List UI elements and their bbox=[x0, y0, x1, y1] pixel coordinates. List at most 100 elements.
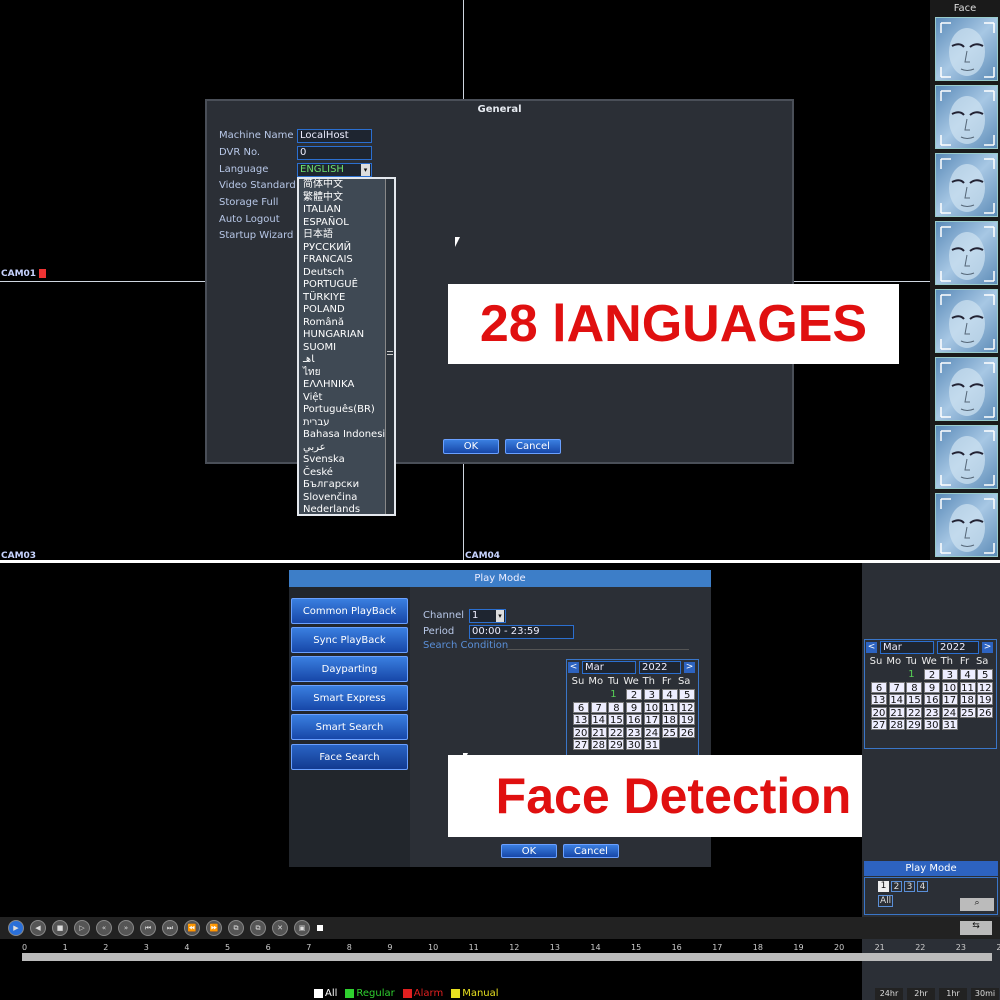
next-month-icon[interactable]: > bbox=[684, 662, 695, 673]
channel-3-checkbox[interactable]: 3 bbox=[904, 881, 915, 892]
language-dropdown-list[interactable]: 简体中文 繁體中文 ITALIAN ESPAÑOL 日本語 РУССКИЙ FRANCAIS… bbox=[297, 177, 396, 516]
right-calendar-day[interactable]: 1 bbox=[903, 669, 919, 680]
face-thumbnail[interactable] bbox=[935, 289, 998, 353]
face-thumbnail[interactable] bbox=[935, 153, 998, 217]
legend-checkbox[interactable] bbox=[402, 988, 412, 998]
calendar-day[interactable]: 21 bbox=[590, 726, 607, 739]
step-icon[interactable]: ▷ bbox=[74, 920, 90, 936]
right-calendar-day[interactable]: 20 bbox=[871, 706, 887, 719]
calendar-day[interactable]: 6 bbox=[573, 701, 589, 714]
calendar-day[interactable]: 28 bbox=[590, 739, 607, 751]
legend-item[interactable]: Alarm bbox=[402, 988, 443, 999]
calendar-day[interactable]: 31 bbox=[643, 739, 660, 751]
channel-1-checkbox[interactable]: 1 bbox=[878, 881, 889, 892]
right-calendar-day[interactable]: 15 bbox=[906, 694, 923, 706]
right-calendar-day[interactable]: 6 bbox=[871, 681, 887, 694]
language-option[interactable]: POLAND bbox=[301, 304, 394, 317]
calendar-year-select[interactable]: 2022 bbox=[639, 661, 681, 674]
right-calendar-day[interactable]: 28 bbox=[888, 719, 905, 731]
stop-icon[interactable]: ■ bbox=[52, 920, 68, 936]
fast-icon[interactable]: » bbox=[118, 920, 134, 936]
language-option[interactable]: PORTUGUÊ bbox=[301, 279, 394, 292]
face-thumbnail[interactable] bbox=[935, 493, 998, 557]
right-calendar-day[interactable]: 21 bbox=[888, 706, 905, 719]
calendar-day[interactable]: 20 bbox=[573, 726, 589, 739]
language-option[interactable]: FRANCAIS bbox=[301, 254, 394, 267]
timeline-ruler[interactable] bbox=[22, 953, 992, 961]
calendar-day[interactable]: 25 bbox=[661, 726, 678, 739]
next-file-icon[interactable]: ⏭ bbox=[162, 920, 178, 936]
right-calendar-day[interactable]: 17 bbox=[941, 694, 958, 706]
slow-icon[interactable]: « bbox=[96, 920, 112, 936]
calendar-day[interactable]: 24 bbox=[643, 726, 660, 739]
ok-button[interactable]: OK bbox=[443, 439, 499, 454]
language-option[interactable]: Việt bbox=[301, 392, 394, 405]
legend-checkbox[interactable] bbox=[345, 988, 355, 998]
play-cancel-button[interactable]: Cancel bbox=[563, 844, 619, 858]
next-month-icon[interactable]: > bbox=[982, 642, 993, 653]
calendar-day[interactable]: 5 bbox=[679, 689, 696, 701]
channel-4-checkbox[interactable]: 4 bbox=[917, 881, 928, 892]
language-option[interactable]: Bahasa Indonesia bbox=[301, 429, 394, 442]
right-year-select[interactable]: 2022 bbox=[937, 641, 979, 654]
face-thumbnail[interactable] bbox=[935, 357, 998, 421]
calendar-day[interactable]: 18 bbox=[661, 714, 678, 726]
right-calendar-day[interactable]: 29 bbox=[906, 719, 923, 731]
clip-icon[interactable]: ⧉ bbox=[228, 920, 244, 936]
language-select[interactable]: ENGLISH ▾ bbox=[297, 163, 372, 177]
right-calendar-day[interactable]: 12 bbox=[977, 681, 994, 694]
language-option[interactable]: עברית bbox=[301, 417, 394, 430]
calendar-day[interactable]: 3 bbox=[643, 689, 660, 701]
rewind-icon[interactable]: ⏪ bbox=[184, 920, 200, 936]
right-calendar-day[interactable]: 9 bbox=[924, 681, 941, 694]
language-option[interactable]: České bbox=[301, 467, 394, 480]
calendar-day[interactable]: 29 bbox=[608, 739, 625, 751]
calendar-day[interactable]: 17 bbox=[643, 714, 660, 726]
language-option[interactable]: Svenska bbox=[301, 454, 394, 467]
prev-month-icon[interactable]: < bbox=[866, 642, 877, 653]
language-option[interactable]: ΕΛΛΗΝΙΚΑ bbox=[301, 379, 394, 392]
sync-playback-button[interactable]: Sync PlayBack bbox=[291, 627, 408, 653]
right-calendar-day[interactable]: 27 bbox=[871, 719, 887, 731]
zoom-1-button[interactable]: 2hr bbox=[907, 988, 935, 1000]
language-option[interactable]: ไทย bbox=[301, 367, 394, 380]
right-calendar-day[interactable]: 30 bbox=[924, 719, 941, 731]
right-calendar-day[interactable]: 22 bbox=[906, 706, 923, 719]
language-option[interactable]: ESPAÑOL bbox=[301, 217, 394, 230]
right-calendar-day[interactable]: 4 bbox=[959, 669, 976, 681]
calendar-day[interactable]: 22 bbox=[608, 726, 625, 739]
legend-item[interactable]: Regular bbox=[345, 988, 395, 999]
calendar-day[interactable]: 19 bbox=[679, 714, 696, 726]
calendar-day[interactable]: 15 bbox=[608, 714, 625, 726]
dropdown-scrollbar[interactable] bbox=[385, 179, 394, 514]
face-thumbnail[interactable] bbox=[935, 17, 998, 81]
legend-checkbox[interactable] bbox=[451, 988, 461, 998]
right-calendar-day[interactable]: 31 bbox=[941, 719, 958, 731]
calendar-day[interactable]: 9 bbox=[626, 701, 643, 714]
language-option[interactable]: 繁體中文 bbox=[301, 192, 394, 205]
legend-item[interactable]: Manual bbox=[451, 988, 499, 999]
language-option[interactable]: Nederlands bbox=[301, 504, 394, 514]
right-calendar-day[interactable]: 13 bbox=[871, 694, 887, 706]
calendar-day[interactable]: 30 bbox=[626, 739, 643, 751]
right-calendar-day[interactable]: 8 bbox=[906, 681, 923, 694]
language-option[interactable]: Português(BR) bbox=[301, 404, 394, 417]
search-icon[interactable]: ⌕ bbox=[960, 898, 994, 911]
calendar-day[interactable]: 7 bbox=[590, 701, 607, 714]
zoom-0-button[interactable]: 24hr bbox=[875, 988, 903, 1000]
language-option[interactable]: ﻋﺮﺑﻲ bbox=[301, 442, 394, 455]
period-field[interactable]: 00:00 - 23:59 bbox=[469, 625, 574, 639]
legend-item[interactable]: All bbox=[314, 988, 337, 999]
close-icon[interactable]: ✕ bbox=[272, 920, 288, 936]
language-option[interactable]: Slovenčina bbox=[301, 492, 394, 505]
right-calendar-day[interactable]: 26 bbox=[977, 706, 994, 719]
menu-icon[interactable]: ▣ bbox=[294, 920, 310, 936]
channel-2-checkbox[interactable]: 2 bbox=[891, 881, 902, 892]
right-calendar-day[interactable]: 18 bbox=[959, 694, 976, 706]
zoom-2-button[interactable]: 1hr bbox=[939, 988, 967, 1000]
smart-search-button[interactable]: Smart Search bbox=[291, 714, 408, 740]
calendar-day[interactable]: 11 bbox=[661, 701, 678, 714]
calendar-day[interactable]: 27 bbox=[573, 739, 589, 751]
right-calendar-day[interactable]: 24 bbox=[941, 706, 958, 719]
reverse-icon[interactable]: ◀ bbox=[30, 920, 46, 936]
